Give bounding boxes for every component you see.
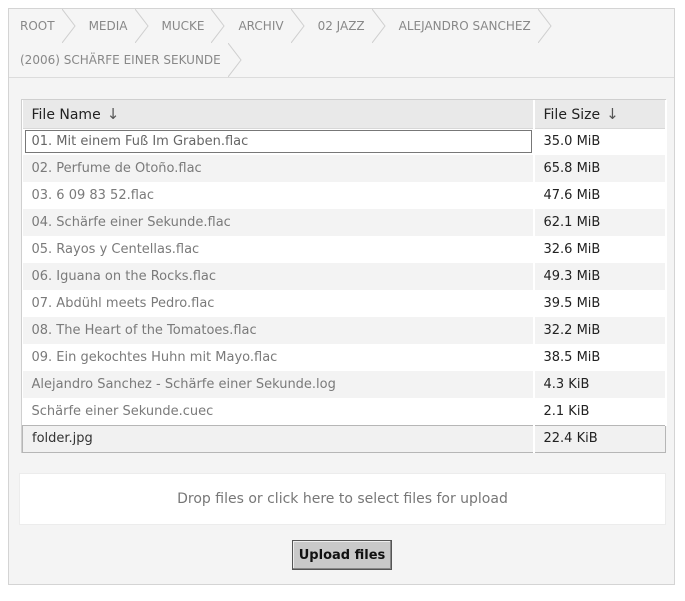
file-size-cell: 38.5 MiB — [533, 344, 667, 371]
file-name-cell: 05. Rayos y Centellas.flac — [22, 236, 535, 263]
breadcrumb-item-media[interactable]: MEDIA — [69, 9, 149, 43]
table-row[interactable]: 09. Ein gekochtes Huhn mit Mayo.flac 38.… — [22, 344, 667, 371]
file-browser-panel: ROOT MEDIA MUCKE ARCHIV 02 JAZZ ALEJANDR… — [8, 8, 675, 585]
table-row[interactable]: 03. 6 09 83 52.flac 47.6 MiB — [22, 182, 667, 209]
file-name-cell: 01. Mit einem Fuß Im Graben.flac — [22, 128, 535, 155]
breadcrumb-row: ROOT MEDIA MUCKE ARCHIV 02 JAZZ ALEJANDR… — [9, 9, 552, 43]
breadcrumb-label: MEDIA — [88, 19, 128, 33]
chevron-right-icon — [537, 9, 552, 43]
breadcrumb-item-alejandro-sanchez[interactable]: ALEJANDRO SANCHEZ — [379, 9, 552, 43]
file-name-cell: 06. Iguana on the Rocks.flac — [22, 263, 535, 290]
file-size-cell: 47.6 MiB — [533, 182, 667, 209]
file-name-cell: 03. 6 09 83 52.flac — [22, 182, 535, 209]
file-size-cell: 32.2 MiB — [533, 317, 667, 344]
table-row[interactable]: Schärfe einer Sekunde.cuec 2.1 KiB — [22, 398, 667, 425]
file-size-cell: 35.0 MiB — [533, 128, 667, 155]
sort-arrow-down-icon: ↓ — [106, 104, 120, 123]
column-header-file-name[interactable]: File Name ↓ — [22, 100, 535, 129]
table-row[interactable]: 07. Abdühl meets Pedro.flac 39.5 MiB — [22, 290, 667, 317]
file-size-cell: 49.3 MiB — [533, 263, 667, 290]
breadcrumb: ROOT MEDIA MUCKE ARCHIV 02 JAZZ ALEJANDR… — [9, 9, 674, 78]
file-name-cell: folder.jpg — [22, 424, 535, 453]
breadcrumb-item-02-jazz[interactable]: 02 JAZZ — [298, 9, 386, 43]
breadcrumb-item-archiv[interactable]: ARCHIV — [218, 9, 305, 43]
table-row[interactable]: 08. The Heart of the Tomatoes.flac 32.2 … — [22, 317, 667, 344]
table-row[interactable]: 06. Iguana on the Rocks.flac 49.3 MiB — [22, 263, 667, 290]
file-name-cell: Schärfe einer Sekunde.cuec — [22, 398, 535, 425]
table-row[interactable]: 04. Schärfe einer Sekunde.flac 62.1 MiB — [22, 209, 667, 236]
file-size-cell: 22.4 KiB — [533, 424, 666, 453]
file-name-cell: 04. Schärfe einer Sekunde.flac — [22, 209, 535, 236]
column-header-label: File Size — [543, 106, 601, 123]
file-name-cell: 07. Abdühl meets Pedro.flac — [22, 290, 535, 317]
file-list: File Name ↓ File Size ↓ 01. Mit einem Fuß … — [21, 99, 667, 453]
file-size-cell: 65.8 MiB — [533, 155, 667, 182]
upload-files-button[interactable]: Upload files — [292, 540, 392, 570]
breadcrumb-item-mucke[interactable]: MUCKE — [142, 9, 226, 43]
breadcrumb-label: ARCHIV — [238, 19, 284, 33]
table-row[interactable]: 05. Rayos y Centellas.flac 32.6 MiB — [22, 236, 667, 263]
file-name-cell: 09. Ein gekochtes Huhn mit Mayo.flac — [22, 344, 535, 371]
breadcrumb-label: MUCKE — [161, 19, 205, 33]
breadcrumb-item-root[interactable]: ROOT — [9, 9, 76, 43]
file-size-cell: 39.5 MiB — [533, 290, 667, 317]
breadcrumb-row: (2006) SCHÄRFE EINER SEKUNDE — [9, 43, 242, 77]
breadcrumb-label: ROOT — [20, 19, 55, 33]
breadcrumb-item-current-folder[interactable]: (2006) SCHÄRFE EINER SEKUNDE — [9, 43, 242, 77]
upload-dropzone[interactable]: Drop files or click here to select files… — [19, 473, 666, 525]
breadcrumb-label: ALEJANDRO SANCHEZ — [398, 19, 531, 33]
table-row[interactable]: 01. Mit einem Fuß Im Graben.flac 35.0 Mi… — [22, 128, 667, 155]
table-row-selected[interactable]: folder.jpg 22.4 KiB — [22, 424, 666, 453]
breadcrumb-label: 02 JAZZ — [317, 19, 365, 33]
breadcrumb-label: (2006) SCHÄRFE EINER SEKUNDE — [20, 53, 221, 67]
column-header-file-size[interactable]: File Size ↓ — [533, 100, 667, 129]
file-table: File Name ↓ File Size ↓ 01. Mit einem Fuß … — [22, 100, 667, 453]
table-row[interactable]: 02. Perfume de Otoño.flac 65.8 MiB — [22, 155, 667, 182]
file-size-cell: 62.1 MiB — [533, 209, 667, 236]
chevron-right-icon — [227, 43, 242, 77]
file-name-cell: Alejandro Sanchez - Schärfe einer Sekund… — [22, 371, 535, 398]
column-header-label: File Name — [31, 106, 101, 123]
file-name-cell: 08. The Heart of the Tomatoes.flac — [22, 317, 535, 344]
file-size-cell: 4.3 KiB — [533, 371, 667, 398]
file-size-cell: 2.1 KiB — [533, 398, 667, 425]
table-header-row: File Name ↓ File Size ↓ — [22, 100, 667, 129]
table-row[interactable]: Alejandro Sanchez - Schärfe einer Sekund… — [22, 371, 667, 398]
sort-arrow-down-icon: ↓ — [606, 104, 619, 123]
file-size-cell: 32.6 MiB — [533, 236, 667, 263]
file-name-cell: 02. Perfume de Otoño.flac — [22, 155, 535, 182]
